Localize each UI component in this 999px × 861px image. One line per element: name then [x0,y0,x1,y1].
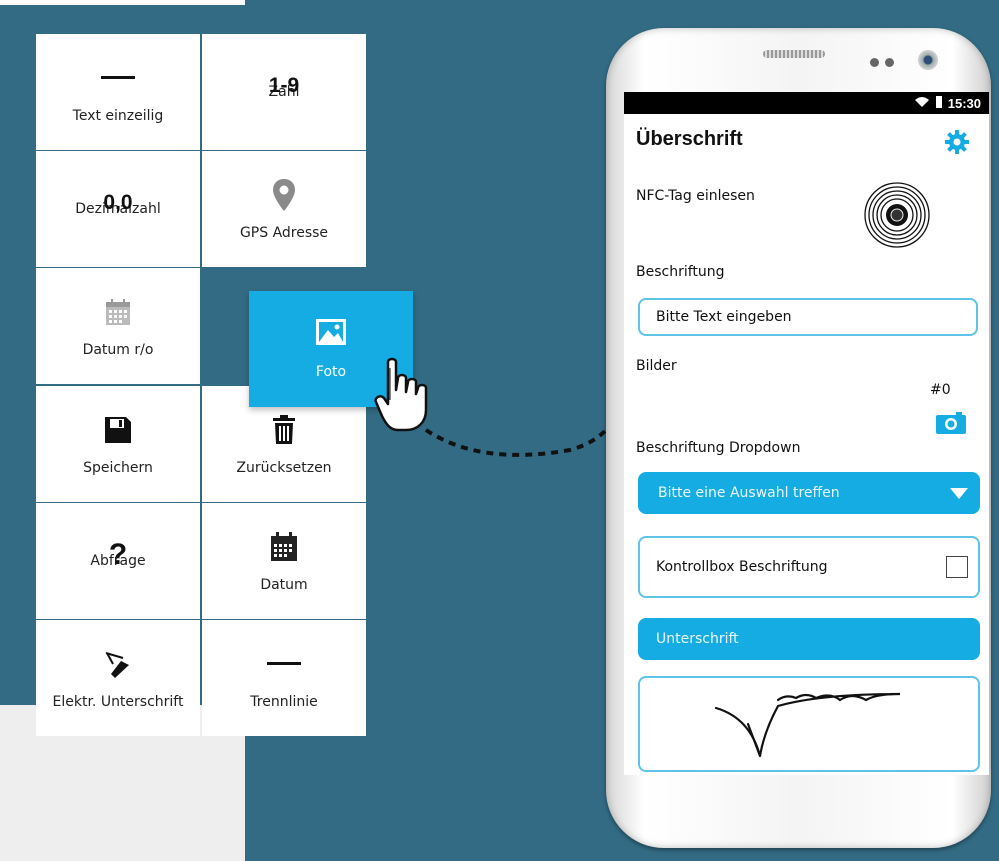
tile-trennlinie[interactable]: Trennlinie [202,620,366,736]
pen-signature-icon [103,646,133,682]
calendar-icon [270,529,298,565]
sensor-dot [885,58,894,67]
tile-label: Speichern [83,460,153,476]
tile-label: Text einzeilig [72,108,164,124]
caret-down-icon [950,487,968,499]
wifi-icon [914,96,930,111]
tile-zahl[interactable]: 1-9 Zahl [202,34,366,150]
floppy-disk-icon [104,412,132,448]
tile-datum[interactable]: Datum [202,503,366,619]
signature-label: Unterschrift [656,631,739,647]
dropdown-value: Bitte eine Auswahl treffen [658,485,840,501]
status-time: 15:30 [947,95,981,111]
nfc-label: NFC-Tag einlesen [636,188,755,204]
horizontal-line-icon [101,60,135,96]
checkbox[interactable] [946,556,968,578]
tile-label: GPS Adresse [239,225,329,241]
signature-header: Unterschrift [638,618,980,660]
map-pin-icon [272,177,296,213]
decimal-icon: 0,0 [103,191,133,214]
tile-text-einzeilig[interactable]: Text einzeilig [36,34,200,150]
checkbox-label: Kontrollbox Beschriftung [656,559,828,575]
gear-icon[interactable] [945,130,969,158]
phone-screen: 15:30 Überschrift NFC-Tag einlesen Besch… [624,92,989,775]
tile-label: Trennlinie [250,694,318,710]
speaker-grille [763,50,825,58]
tile-elektr-unterschrift[interactable]: Elektr. Unterschrift [36,620,200,736]
trash-icon [272,412,296,448]
nfc-icon[interactable] [862,180,932,254]
tile-datum-ro[interactable]: Datum r/o [36,268,200,384]
front-camera [918,50,938,70]
sensor-dot [870,58,879,67]
tile-label: Datum [260,577,308,593]
number-icon: 1-9 [268,74,300,97]
calendar-icon [105,294,131,330]
horizontal-line-icon [267,646,301,682]
beschriftung-label: Beschriftung [636,264,725,280]
bilder-label: Bilder [636,358,677,374]
image-count: #0 [930,382,951,398]
battery-icon [935,95,942,111]
tile-label: Datum r/o [82,342,154,358]
text-input[interactable]: Bitte Text eingeben [638,298,978,336]
tile-dezimalzahl[interactable]: 0,0 Dezimalzahl [36,151,200,267]
tile-label: Zurücksetzen [236,460,332,476]
tile-abfrage[interactable]: ? Abfrage [36,503,200,619]
status-bar: 15:30 [624,92,989,114]
tile-gps-adresse[interactable]: GPS Adresse [202,151,366,267]
tile-label: Foto [315,364,347,380]
image-icon [315,318,347,350]
signature-pad[interactable] [638,676,980,772]
form-title: Überschrift [636,128,743,150]
tile-label: Elektr. Unterschrift [52,694,184,710]
checkbox-row[interactable]: Kontrollbox Beschriftung [638,536,980,598]
question-mark-icon: ? [108,538,128,571]
signature-stroke [714,692,901,758]
tile-speichern[interactable]: Speichern [36,386,200,502]
camera-icon[interactable] [936,412,966,438]
dropdown-label: Beschriftung Dropdown [636,440,801,456]
dropdown-select[interactable]: Bitte eine Auswahl treffen [638,472,980,514]
